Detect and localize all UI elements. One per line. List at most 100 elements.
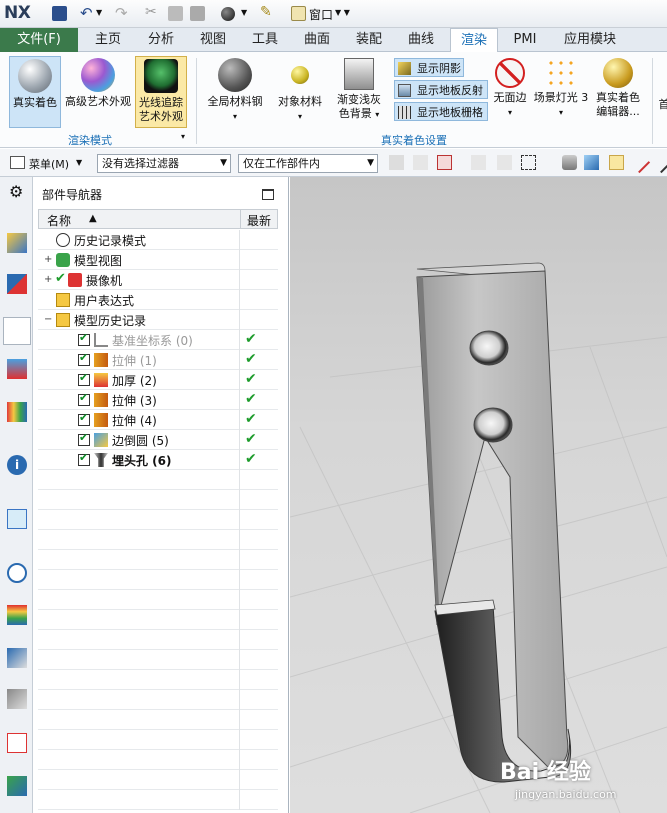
tree-row-datum-csys[interactable]: 基准坐标系 (0) ✔ — [38, 330, 278, 350]
constraint-navigator-icon[interactable] — [7, 274, 27, 294]
system-scenes-icon[interactable] — [7, 776, 27, 796]
line-icon[interactable] — [628, 151, 651, 174]
tree-row-model-history[interactable]: − 模型历史记录 — [38, 310, 278, 330]
tab-home[interactable]: 主页 — [85, 28, 131, 52]
tree-row-cameras[interactable]: + ✔ 摄像机 — [38, 270, 278, 290]
no-face-edges-button[interactable]: 无面边 ▾ — [489, 58, 531, 128]
selection-filter-select[interactable]: 没有选择过滤器 ▼ — [97, 154, 231, 173]
scene-lighting-button[interactable]: 场景灯光 3 ▾ — [533, 58, 589, 128]
select-type-icon[interactable] — [437, 155, 452, 170]
line-2-icon[interactable] — [650, 151, 667, 174]
sort-ascending-icon[interactable]: ▲ — [89, 213, 97, 224]
process-studio-icon[interactable] — [7, 689, 27, 709]
visibility-checkbox[interactable] — [78, 411, 90, 426]
copy-icon[interactable] — [168, 6, 183, 21]
render-mode-expand-icon[interactable]: ▾ — [181, 132, 185, 141]
tab-curve[interactable]: 曲线 — [398, 28, 444, 52]
eraser-icon[interactable] — [562, 155, 577, 170]
snap-endpoints-icon[interactable] — [609, 155, 624, 170]
reuse-library-icon[interactable] — [7, 359, 27, 379]
show-shadows-toggle[interactable]: 显示阴影 — [394, 58, 464, 77]
cube-icon[interactable] — [584, 155, 599, 170]
window-icon[interactable] — [291, 6, 306, 21]
shading-dropdown-icon[interactable]: ▼ — [241, 8, 247, 17]
global-material-button[interactable]: 全局材料钢 ▾ — [202, 58, 268, 128]
redo-icon[interactable]: ↷ — [115, 4, 128, 22]
menu-icon[interactable] — [10, 156, 25, 169]
collapse-icon[interactable]: − — [44, 314, 52, 325]
snap-icon[interactable] — [389, 155, 404, 170]
shading-icon[interactable] — [221, 7, 235, 21]
window-menu[interactable]: 窗口 — [309, 6, 333, 23]
column-latest[interactable]: 最新 — [247, 212, 271, 229]
tab-surface[interactable]: 曲面 — [294, 28, 340, 52]
info-icon[interactable]: i — [7, 455, 27, 475]
tree-row-thicken-2[interactable]: 加厚 (2) ✔ — [38, 370, 278, 390]
move-icon[interactable] — [471, 155, 486, 170]
analysis-icon[interactable] — [7, 648, 27, 668]
advanced-studio-button[interactable]: 高级艺术外观 — [63, 58, 133, 128]
visibility-checkbox[interactable] — [78, 431, 90, 446]
tab-tools[interactable]: 工具 — [242, 28, 288, 52]
tab-view[interactable]: 视图 — [190, 28, 236, 52]
paste-icon[interactable] — [190, 6, 205, 21]
maximize-icon[interactable] — [262, 189, 274, 200]
tree-row-countersunk-hole-6[interactable]: 埋头孔 (6) ✔ — [38, 450, 278, 470]
tab-file[interactable]: 文件(F) — [0, 28, 78, 52]
assembly-navigator-icon[interactable] — [7, 233, 27, 253]
true-shading-button[interactable]: 真实着色 — [9, 56, 61, 128]
graphics-viewport[interactable] — [290, 177, 667, 813]
box-select-icon[interactable] — [521, 155, 536, 170]
visibility-checkbox[interactable] — [78, 391, 90, 406]
tab-applications[interactable]: 应用模块 — [553, 28, 627, 52]
undo-icon[interactable]: ↶ — [80, 4, 93, 22]
touch-mode-icon[interactable]: ✎ — [260, 4, 272, 20]
ribbon-overflow-label[interactable]: 首 — [658, 98, 667, 112]
menu-button[interactable]: 菜单(M) — [29, 156, 69, 172]
show-floor-reflection-toggle[interactable]: 显示地板反射 — [394, 80, 488, 99]
tree-row-user-expressions[interactable]: 用户表达式 — [38, 290, 278, 310]
selection-scope-select[interactable]: 仅在工作部件内 ▼ — [238, 154, 378, 173]
web-browser-icon[interactable] — [7, 509, 27, 529]
tab-render[interactable]: 渲染 — [450, 28, 498, 53]
visibility-checkbox[interactable] — [78, 451, 90, 466]
save-icon[interactable] — [52, 6, 67, 21]
expand-icon[interactable]: + — [44, 274, 52, 285]
tab-pmi[interactable]: PMI — [503, 28, 547, 52]
menu-dropdown-icon[interactable]: ▼ — [76, 158, 82, 167]
gear-icon[interactable]: ⚙ — [9, 182, 23, 201]
object-material-button[interactable]: 对象材料 ▾ — [272, 58, 328, 128]
rotate-icon[interactable] — [497, 155, 512, 170]
roles-icon[interactable] — [7, 402, 27, 422]
tree-row-history-mode[interactable]: 历史记录模式 — [38, 230, 278, 250]
visibility-checkbox[interactable] — [78, 331, 90, 346]
tree-row-extrude-3[interactable]: 拉伸 (3) ✔ — [38, 390, 278, 410]
palette-icon[interactable] — [7, 605, 27, 625]
background-button[interactable]: 渐变浅灰 色背景 ▾ — [330, 58, 388, 130]
column-name[interactable]: 名称 — [47, 212, 71, 229]
ray-traced-studio-button[interactable]: 光线追踪 艺术外观 — [135, 56, 187, 128]
tree-row-model-views[interactable]: + 模型视图 — [38, 250, 278, 270]
show-floor-grid-toggle[interactable]: 显示地板栅格 — [394, 102, 488, 121]
cut-icon[interactable]: ✂ — [145, 4, 157, 20]
visibility-checkbox[interactable] — [78, 371, 90, 386]
tree-row-extrude-4[interactable]: 拉伸 (4) ✔ — [38, 410, 278, 430]
expand-icon[interactable]: + — [44, 254, 52, 265]
undo-dropdown-icon[interactable]: ▼ — [96, 8, 102, 17]
part-navigator-icon[interactable] — [3, 317, 31, 345]
baidu-watermark: Bai 经验 — [500, 760, 591, 785]
tree-row-extrude-1[interactable]: 拉伸 (1) ✔ — [38, 350, 278, 370]
chevron-down-icon: ▼ — [367, 158, 374, 168]
tab-assembly[interactable]: 装配 — [346, 28, 392, 52]
navigator-column-header: 名称 ▲ 最新 — [38, 209, 278, 229]
snap-point-icon[interactable] — [413, 155, 428, 170]
tab-analysis[interactable]: 分析 — [138, 28, 184, 52]
manufacturing-icon[interactable] — [7, 733, 27, 753]
visibility-checkbox[interactable] — [78, 351, 90, 366]
window-dropdown-icon[interactable]: ▼ ▼ — [335, 8, 350, 17]
no-face-edges-icon — [495, 58, 525, 88]
history-clock-icon[interactable] — [7, 563, 27, 583]
true-shading-editor-button[interactable]: 真实着色 编辑器... — [591, 58, 645, 130]
empty-row — [38, 630, 278, 650]
tree-row-edge-blend-5[interactable]: 边倒圆 (5) ✔ — [38, 430, 278, 450]
